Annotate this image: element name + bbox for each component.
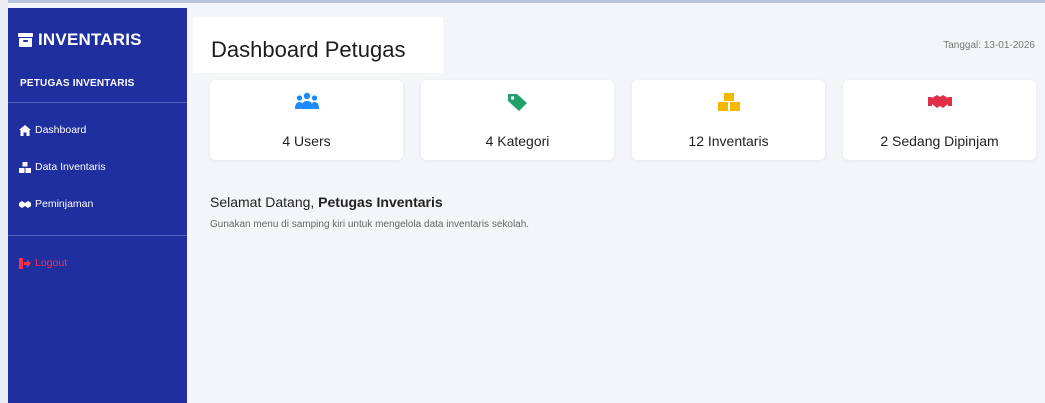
brand[interactable]: INVENTARIS	[18, 30, 142, 50]
sign-out-icon	[19, 257, 31, 269]
page-title-card: Dashboard Petugas	[193, 17, 443, 73]
boxes-icon	[717, 93, 740, 111]
window-left-gutter	[0, 0, 8, 403]
role-label: PETUGAS INVENTARIS	[20, 78, 135, 89]
welcome-hint: Gunakan menu di samping kiri untuk menge…	[210, 219, 530, 230]
stat-label: 2 Sedang Dipinjam	[880, 133, 999, 149]
stat-card-dipinjam[interactable]: 2 Sedang Dipinjam	[843, 80, 1036, 160]
welcome-user-name: Petugas Inventaris	[318, 194, 443, 210]
welcome-heading: Selamat Datang, Petugas Inventaris	[210, 194, 443, 210]
logout-label: Logout	[35, 257, 68, 269]
sidebar-item-label: Data Inventaris	[35, 161, 106, 173]
page-title: Dashboard Petugas	[211, 37, 406, 62]
sidebar-item-label: Dashboard	[35, 124, 87, 136]
sidebar-divider	[8, 102, 187, 103]
stat-card-users[interactable]: 4 Users	[210, 80, 403, 160]
archive-box-icon	[18, 33, 33, 47]
stat-label: 12 Inventaris	[688, 133, 769, 149]
handshake-icon	[927, 95, 952, 108]
sidebar-item-peminjaman[interactable]: Peminjaman	[19, 198, 93, 210]
stat-card-inventaris[interactable]: 12 Inventaris	[632, 80, 825, 160]
welcome-prefix: Selamat Datang,	[210, 194, 319, 210]
tag-icon	[507, 94, 527, 111]
handshake-icon	[19, 200, 31, 208]
boxes-icon	[19, 161, 31, 173]
logout-link[interactable]: Logout	[19, 257, 67, 269]
home-icon	[19, 124, 31, 136]
stat-label: 4 Users	[282, 133, 331, 149]
sidebar-divider	[8, 235, 187, 236]
stat-card-kategori[interactable]: 4 Kategori	[421, 80, 614, 160]
date-label: Tanggal: 13-01-2026	[943, 40, 1035, 51]
sidebar: INVENTARIS PETUGAS INVENTARIS Dashboard …	[8, 8, 187, 403]
users-icon	[294, 92, 319, 109]
brand-title: INVENTARIS	[38, 30, 142, 49]
stat-label: 4 Kategori	[485, 133, 550, 149]
window-top-border	[0, 0, 1045, 3]
sidebar-item-dashboard[interactable]: Dashboard	[19, 124, 86, 136]
sidebar-item-data-inventaris[interactable]: Data Inventaris	[19, 161, 106, 173]
sidebar-item-label: Peminjaman	[35, 198, 94, 210]
